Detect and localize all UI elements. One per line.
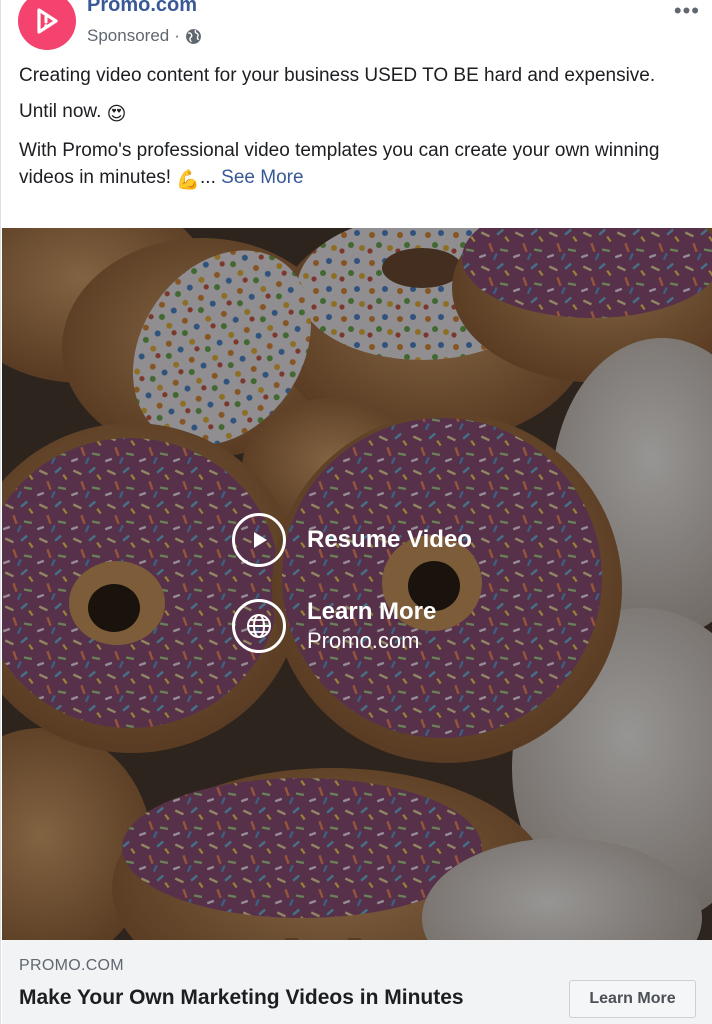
link-domain: PROMO.COM — [19, 957, 124, 974]
post-line-2-text: Until now. — [19, 101, 102, 122]
video-learn-more-text[interactable]: Learn More Promo.com — [286, 598, 436, 654]
meta-separator: · — [174, 26, 180, 45]
post-line-2: Until now. 😍 — [19, 98, 679, 128]
video-learn-more-domain[interactable]: Promo.com — [307, 628, 436, 654]
post-meta: Sponsored · — [87, 26, 202, 46]
link-headline[interactable]: Make Your Own Marketing Videos in Minute… — [19, 986, 464, 1010]
post-line-3-text: With Promo's professional video template… — [19, 140, 660, 188]
heart-eyes-emoji-icon: 😍 — [106, 104, 127, 125]
play-icon[interactable] — [232, 513, 286, 567]
post-header: Promo.com Sponsored · ••• — [18, 0, 712, 60]
ellipsis: ... — [200, 167, 216, 188]
globe-icon[interactable] — [232, 599, 286, 653]
video-dim-overlay — [2, 228, 712, 940]
learn-more-button[interactable]: Learn More — [569, 980, 696, 1018]
post-message: Creating video content for your business… — [19, 62, 679, 203]
video-watermark: Videos — [212, 917, 549, 940]
sponsored-label[interactable]: Sponsored — [87, 26, 169, 46]
card-border — [0, 0, 1, 1024]
page-avatar[interactable] — [18, 0, 76, 50]
link-preview[interactable]: PROMO.COM Make Your Own Marketing Videos… — [2, 940, 712, 1024]
flexed-biceps-emoji-icon: 💪 — [176, 170, 201, 191]
post-line-3: With Promo's professional video template… — [19, 137, 679, 194]
video-player[interactable]: Videos Resume Video Learn More Promo.com — [2, 228, 712, 940]
see-more-link[interactable]: See More — [221, 167, 303, 188]
promo-logo-icon — [37, 8, 58, 34]
page-name-link[interactable]: Promo.com — [87, 0, 197, 17]
video-learn-more-button[interactable]: Learn More Promo.com — [232, 598, 436, 654]
more-options-button[interactable]: ••• — [674, 0, 700, 24]
video-learn-more-label[interactable]: Learn More — [307, 598, 436, 626]
globe-icon[interactable] — [185, 28, 202, 45]
resume-video-label[interactable]: Resume Video — [307, 526, 472, 554]
resume-video-button[interactable]: Resume Video — [232, 513, 472, 567]
post-line-1: Creating video content for your business… — [19, 65, 656, 86]
